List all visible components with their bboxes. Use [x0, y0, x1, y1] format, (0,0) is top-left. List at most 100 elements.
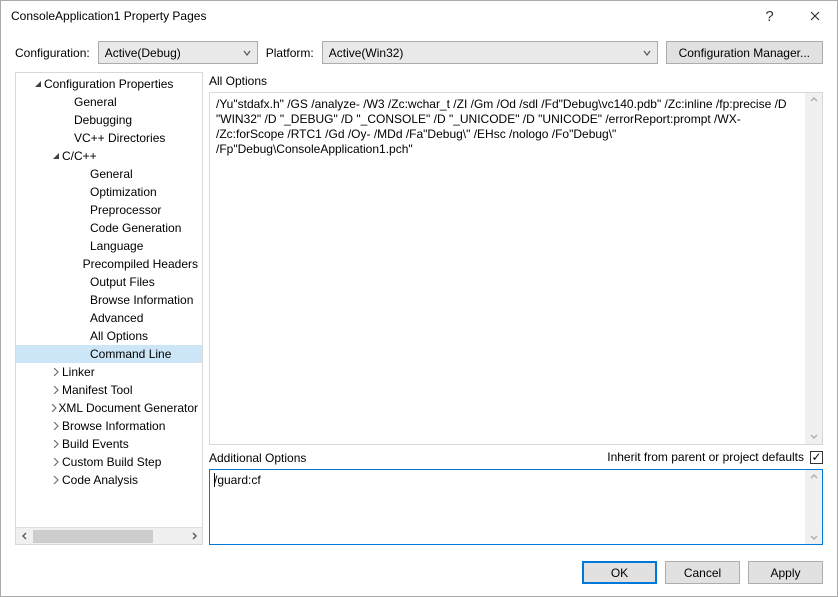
all-options-label: All Options	[209, 74, 823, 88]
scrollbar-track[interactable]	[33, 528, 185, 545]
all-options-scrollbar[interactable]	[805, 93, 822, 444]
tree-item-label: All Options	[90, 329, 148, 343]
additional-options-textbox[interactable]: /guard:cf	[209, 469, 823, 545]
tree-item[interactable]: General	[16, 93, 202, 111]
tree-item[interactable]: Browse Information	[16, 291, 202, 309]
tree-item[interactable]: Manifest Tool	[16, 381, 202, 399]
tree-panel: Configuration Properties General Debugging…	[15, 72, 203, 545]
inherit-label: Inherit from parent or project defaults	[607, 450, 804, 464]
tree-item[interactable]: Language	[16, 237, 202, 255]
tree-horizontal-scrollbar[interactable]	[16, 527, 202, 544]
twisty-collapsed-icon[interactable]	[50, 476, 62, 484]
scroll-left-icon[interactable]	[16, 528, 33, 545]
tree-item-label: Linker	[62, 365, 95, 379]
cancel-button[interactable]: Cancel	[665, 561, 740, 584]
tree-item-label: VC++ Directories	[74, 131, 165, 145]
tree-item-label: Debugging	[74, 113, 132, 127]
additional-options-scrollbar[interactable]	[805, 470, 822, 544]
tree-item-label: Precompiled Headers	[83, 257, 198, 271]
tree-item[interactable]: Optimization	[16, 183, 202, 201]
property-pages-dialog: ConsoleApplication1 Property Pages ? Con…	[0, 0, 838, 597]
chevron-down-icon	[243, 46, 251, 60]
titlebar: ConsoleApplication1 Property Pages ?	[1, 1, 837, 31]
tree-item[interactable]: VC++ Directories	[16, 129, 202, 147]
window-title: ConsoleApplication1 Property Pages	[11, 9, 747, 23]
twisty-collapsed-icon[interactable]	[50, 422, 62, 430]
tree-item[interactable]: Linker	[16, 363, 202, 381]
scroll-down-icon	[810, 530, 818, 544]
tree-item-label: Browse Information	[62, 419, 165, 433]
tree-item[interactable]: General	[16, 165, 202, 183]
additional-options-value: /guard:cf	[214, 473, 261, 487]
tree-item[interactable]: Precompiled Headers	[16, 255, 202, 273]
tree-item[interactable]: Advanced	[16, 309, 202, 327]
scroll-right-icon[interactable]	[185, 528, 202, 545]
close-button[interactable]	[792, 1, 837, 31]
tree-item[interactable]: C/C++	[16, 147, 202, 165]
twisty-collapsed-icon[interactable]	[50, 440, 62, 448]
properties-tree[interactable]: Configuration Properties General Debugging…	[16, 73, 202, 527]
tree-item[interactable]: Preprocessor	[16, 201, 202, 219]
main-panel: All Options /Yu"stdafx.h" /GS /analyze- …	[209, 72, 823, 545]
additional-options-header: Additional Options Inherit from parent o…	[209, 449, 823, 465]
configuration-value: Active(Debug)	[105, 46, 181, 60]
tree-item-label: Build Events	[62, 437, 129, 451]
scrollbar-thumb[interactable]	[33, 530, 153, 543]
ok-button[interactable]: OK	[582, 561, 657, 584]
check-icon: ✓	[811, 451, 821, 463]
tree-item-label: Configuration Properties	[44, 77, 173, 91]
close-icon	[810, 11, 820, 21]
tree-item-label: Output Files	[90, 275, 155, 289]
tree-item-label: Manifest Tool	[62, 383, 132, 397]
tree-item[interactable]: XML Document Generator	[16, 399, 202, 417]
tree-item[interactable]: Configuration Properties	[16, 75, 202, 93]
tree-item[interactable]: Custom Build Step	[16, 453, 202, 471]
tree-item-label: Code Analysis	[62, 473, 138, 487]
twisty-expanded-icon[interactable]	[32, 80, 44, 88]
tree-item-label: C/C++	[62, 149, 97, 163]
configuration-manager-button[interactable]: Configuration Manager...	[666, 41, 823, 64]
all-options-text: /Yu"stdafx.h" /GS /analyze- /W3 /Zc:wcha…	[216, 97, 787, 156]
configuration-label: Configuration:	[15, 46, 90, 60]
twisty-collapsed-icon[interactable]	[50, 404, 58, 412]
all-options-textbox[interactable]: /Yu"stdafx.h" /GS /analyze- /W3 /Zc:wcha…	[209, 92, 823, 445]
scroll-down-icon	[810, 429, 818, 444]
tree-item[interactable]: Output Files	[16, 273, 202, 291]
tree-item[interactable]: Code Generation	[16, 219, 202, 237]
twisty-expanded-icon[interactable]	[50, 152, 62, 160]
tree-item-label: Advanced	[90, 311, 143, 325]
configuration-combo[interactable]: Active(Debug)	[98, 41, 258, 64]
dialog-body: Configuration Properties General Debugging…	[1, 72, 837, 553]
additional-options-label: Additional Options	[209, 451, 306, 465]
twisty-collapsed-icon[interactable]	[50, 386, 62, 394]
tree-item[interactable]: Browse Information	[16, 417, 202, 435]
tree-item-label: Command Line	[90, 347, 171, 361]
tree-item-label: General	[90, 167, 133, 181]
tree-item-label: Browse Information	[90, 293, 193, 307]
tree-item-label: Optimization	[90, 185, 157, 199]
tree-item-label: Custom Build Step	[62, 455, 161, 469]
help-button[interactable]: ?	[747, 1, 792, 31]
dialog-button-row: OK Cancel Apply	[1, 553, 837, 596]
platform-combo[interactable]: Active(Win32)	[322, 41, 658, 64]
twisty-collapsed-icon[interactable]	[50, 458, 62, 466]
scroll-up-icon	[810, 93, 818, 108]
tree-item-label: XML Document Generator	[58, 401, 198, 415]
twisty-collapsed-icon[interactable]	[50, 368, 62, 376]
tree-item[interactable]: Command Line	[16, 345, 202, 363]
tree-item-label: Code Generation	[90, 221, 181, 235]
tree-item[interactable]: Build Events	[16, 435, 202, 453]
apply-button[interactable]: Apply	[748, 561, 823, 584]
tree-item-label: Language	[90, 239, 143, 253]
tree-item[interactable]: Code Analysis	[16, 471, 202, 489]
tree-item[interactable]: Debugging	[16, 111, 202, 129]
tree-item-label: Preprocessor	[90, 203, 161, 217]
platform-value: Active(Win32)	[329, 46, 404, 60]
tree-item[interactable]: All Options	[16, 327, 202, 345]
config-row: Configuration: Active(Debug) Platform: A…	[1, 31, 837, 72]
inherit-checkbox[interactable]: ✓	[810, 451, 823, 464]
tree-item-label: General	[74, 95, 117, 109]
platform-label: Platform:	[266, 46, 314, 60]
scroll-up-icon	[810, 470, 818, 484]
chevron-down-icon	[643, 46, 651, 60]
